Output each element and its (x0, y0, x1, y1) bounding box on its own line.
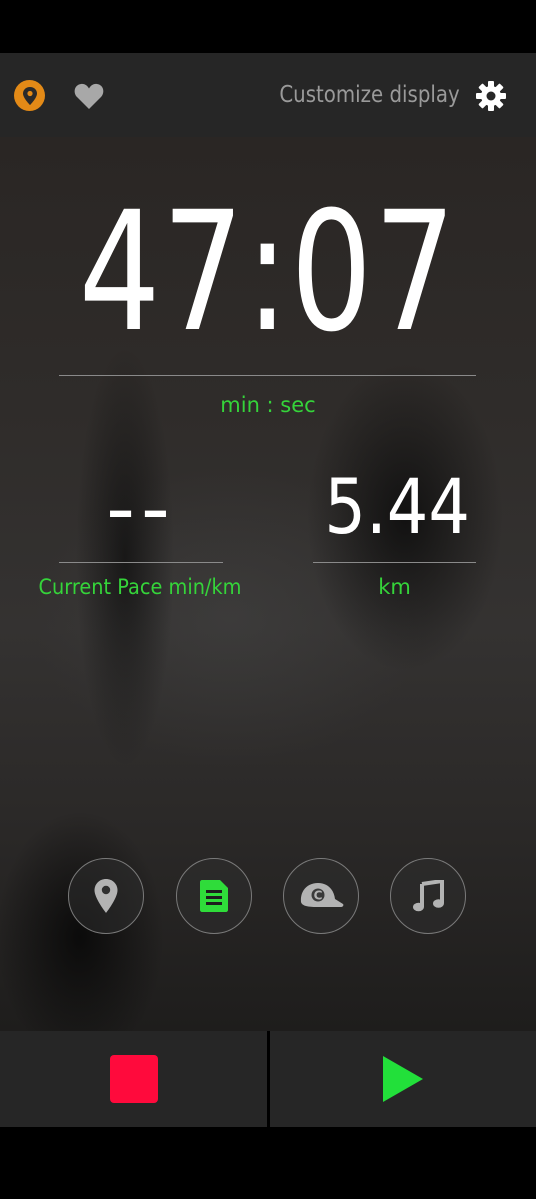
system-navigation-bar (0, 1127, 536, 1199)
map-button[interactable] (68, 858, 144, 934)
location-button[interactable] (14, 80, 45, 111)
heart-icon (74, 83, 104, 109)
distance-value: 5.44 (324, 462, 470, 551)
svg-text:C: C (314, 889, 323, 903)
favorite-button[interactable] (73, 81, 105, 111)
workout-display: 47:07 min : sec -- Current Pace min/km 5… (0, 137, 536, 1031)
distance-divider (313, 562, 476, 563)
distance-unit: km (378, 575, 411, 599)
notes-button[interactable] (176, 858, 252, 934)
coach-cap-icon: C (300, 883, 344, 907)
gear-icon (476, 81, 506, 111)
pace-divider (59, 562, 223, 563)
location-pin-icon (22, 86, 37, 105)
stop-button[interactable] (0, 1031, 267, 1127)
play-button[interactable] (270, 1031, 536, 1127)
music-icon (413, 880, 444, 912)
top-bar: Customize display (0, 53, 536, 137)
elapsed-time-value: 47:07 (78, 176, 458, 368)
stop-icon (109, 1055, 158, 1103)
elapsed-time-unit: min : sec (220, 393, 316, 417)
timer-divider (59, 375, 476, 376)
music-button[interactable] (390, 858, 466, 934)
play-icon (383, 1056, 423, 1102)
current-pace-label: Current Pace min/km (38, 575, 242, 599)
workout-screen: Customize display 47:07 min : sec -- Cur… (0, 0, 536, 1199)
coach-button[interactable]: C (283, 858, 359, 934)
map-pin-icon (94, 879, 118, 913)
status-bar (0, 0, 536, 53)
current-pace-value: -- (106, 462, 176, 555)
customize-display-button[interactable]: Customize display (280, 79, 460, 111)
workout-controls (0, 1031, 536, 1127)
settings-button[interactable] (475, 80, 507, 112)
notes-icon (200, 880, 228, 912)
